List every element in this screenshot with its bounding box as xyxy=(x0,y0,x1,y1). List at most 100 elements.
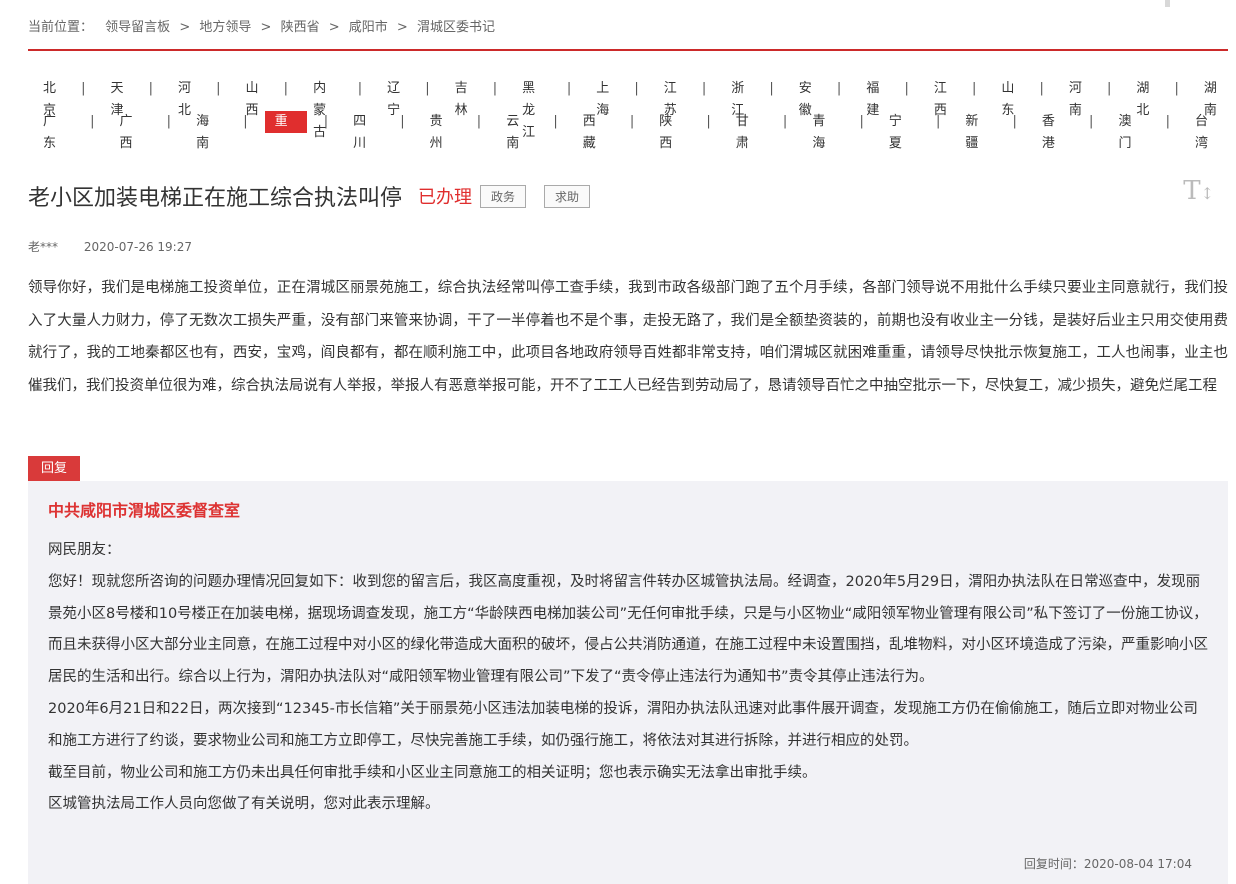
breadcrumb-separator: > xyxy=(396,20,408,35)
status-badge: 已办理 xyxy=(418,187,473,208)
province-separator: | xyxy=(90,114,95,129)
province-separator: | xyxy=(1174,81,1179,96)
reply-tab: 回复 xyxy=(28,456,81,481)
province-separator: | xyxy=(553,114,558,129)
province-link[interactable]: 上海 xyxy=(588,78,617,118)
province-link[interactable]: 青海 xyxy=(804,111,842,151)
province-separator: | xyxy=(782,114,788,129)
province-separator: | xyxy=(357,81,363,96)
reply-paragraph: 您好！现就您所咨询的问题办理情况回复如下：收到您的留言后，我区高度重视，及时将留… xyxy=(48,573,1208,686)
province-link[interactable]: 江苏 xyxy=(656,78,685,118)
province-separator: | xyxy=(283,81,289,96)
province-separator: | xyxy=(166,114,172,129)
province-link[interactable]: 新疆 xyxy=(957,111,995,151)
province-link[interactable]: 甘肃 xyxy=(728,111,766,151)
province-link[interactable]: 福建 xyxy=(858,78,887,118)
province-link[interactable]: 内蒙古 xyxy=(305,78,341,140)
message-content: 领导你好，我们是电梯施工投资单位，正在渭城区丽景苑施工，综合执法经常叫停工查手续… xyxy=(28,280,1228,394)
breadcrumb-label: 当前位置： xyxy=(28,20,94,35)
province-separator: | xyxy=(323,114,329,129)
province-link[interactable]: 广西 xyxy=(112,111,150,151)
breadcrumb-link-shaanxi[interactable]: 陕西省 xyxy=(281,20,320,35)
reply-paragraph: 2020年6月21日和22日，两次接到“12345-市长信箱”关于丽景苑小区违法… xyxy=(48,700,1198,749)
province-link[interactable]: 吉林 xyxy=(447,78,476,118)
province-link[interactable]: 山西 xyxy=(238,78,267,118)
message-date: 2020-07-26 19:27 xyxy=(83,240,192,254)
province-link[interactable]: 广东 xyxy=(35,111,73,151)
province-separator: | xyxy=(243,114,248,129)
breadcrumb-separator: > xyxy=(328,20,340,35)
province-separator: | xyxy=(81,81,86,96)
tag-government-affairs[interactable]: 政务 xyxy=(480,184,527,208)
province-separator: | xyxy=(935,114,941,129)
province-separator: | xyxy=(836,81,842,96)
province-separator: | xyxy=(1106,81,1112,96)
province-row: 北京 | 天津 | 河北 | 山西 | 内蒙古 | 辽宁 | 吉林 | 黑龙江 | 上海 | 江苏 | 浙江 | 安徽 | 福建… xyxy=(30,72,1230,140)
scrollbar-thumb[interactable] xyxy=(1165,0,1170,7)
province-separator: | xyxy=(566,81,572,96)
province-separator: | xyxy=(148,81,154,96)
message-header: 老小区加装电梯正在施工综合执法叫停 已办理 政务 求助 xyxy=(28,180,591,212)
province-link[interactable]: 四川 xyxy=(345,111,383,151)
reply-time-value: 2020-08-04 17:04 xyxy=(1083,857,1192,871)
message-title: 老小区加装电梯正在施工综合执法叫停 xyxy=(28,186,403,211)
province-link[interactable]: 陕西 xyxy=(651,111,689,151)
province-separator: | xyxy=(904,81,909,96)
province-link[interactable]: 江西 xyxy=(926,78,955,118)
province-link[interactable]: 湖南 xyxy=(1196,78,1225,118)
header-divider xyxy=(28,49,1228,51)
reply-paragraph: 区城管执法局工作人员向您做了有关说明，您对此表示理解。 xyxy=(48,796,440,813)
province-link[interactable]: 香港 xyxy=(1034,111,1072,151)
reply-organization: 中共咸阳市渭城区委督查室 xyxy=(48,501,241,520)
province-link[interactable]: 台湾 xyxy=(1187,111,1225,151)
province-link[interactable]: 湖北 xyxy=(1128,78,1157,118)
province-link[interactable]: 澳门 xyxy=(1110,111,1148,151)
province-link[interactable]: 山东 xyxy=(993,78,1022,118)
breadcrumb-separator: > xyxy=(179,20,191,35)
province-separator: | xyxy=(769,81,774,96)
province-link[interactable]: 安徽 xyxy=(791,78,820,118)
province-link[interactable]: 辽宁 xyxy=(379,78,408,118)
font-size-toggle-icon[interactable]: T↕ xyxy=(1183,176,1214,206)
province-separator: | xyxy=(701,81,707,96)
province-link[interactable]: 北京 xyxy=(35,78,64,118)
province-link[interactable]: 河北 xyxy=(170,78,199,118)
province-separator: | xyxy=(476,114,482,129)
breadcrumb-link-local-leaders[interactable]: 地方领导 xyxy=(199,20,251,35)
province-separator: | xyxy=(634,81,639,96)
message-meta: 老*** 2020-07-26 19:27 xyxy=(28,238,192,255)
province-nav: 北京 | 天津 | 河北 | 山西 | 内蒙古 | 辽宁 | 吉林 | 黑龙江 | 上海 | 江苏 | 浙江 | 安徽 | 福建… xyxy=(30,72,1230,151)
province-link[interactable]: 重庆 xyxy=(264,110,307,151)
reply-paragraph: 网民朋友： xyxy=(48,542,121,558)
province-link[interactable]: 宁夏 xyxy=(881,111,919,151)
breadcrumb-link-weicheng-secretary[interactable]: 渭城区委书记 xyxy=(417,20,495,35)
reply-time-label: 回复时间： xyxy=(1023,857,1084,871)
province-separator: | xyxy=(706,114,711,129)
province-separator: | xyxy=(859,114,864,129)
province-link[interactable]: 河南 xyxy=(1061,78,1090,118)
province-separator: | xyxy=(492,81,498,96)
province-link[interactable]: 黑龙江 xyxy=(514,78,550,140)
province-separator: | xyxy=(425,81,430,96)
province-link[interactable]: 海南 xyxy=(188,111,226,151)
province-link[interactable]: 浙江 xyxy=(723,78,752,118)
province-separator: | xyxy=(1089,114,1094,129)
tag-help[interactable]: 求助 xyxy=(544,184,591,208)
province-link[interactable]: 天津 xyxy=(103,78,132,118)
province-link[interactable]: 云南 xyxy=(498,111,536,151)
reply-paragraph: 截至目前，物业公司和施工方仍未出具任何审批手续和小区业主同意施工的相关证明；您也… xyxy=(48,764,817,781)
province-separator: | xyxy=(629,114,635,129)
province-separator: | xyxy=(1039,81,1044,96)
breadcrumb-link-xianyang[interactable]: 咸阳市 xyxy=(349,20,388,35)
province-separator: | xyxy=(400,114,405,129)
province-separator: | xyxy=(971,81,977,96)
province-link[interactable]: 西藏 xyxy=(575,111,613,151)
reply-panel: 中共咸阳市渭城区委督查室 网民朋友： 您好！现就您所咨询的问题办理情况回复如下：… xyxy=(28,481,1228,884)
province-link[interactable]: 贵州 xyxy=(422,111,460,151)
breadcrumb-separator: > xyxy=(260,20,272,35)
breadcrumb-link-message-board[interactable]: 领导留言板 xyxy=(105,20,170,35)
province-row: 广东 | 广西 | 海南 | 重庆 | 四川 | 贵州 | 云南 | 西藏 | 陕西 | 甘肃 | 青海 | 宁夏 | 新疆 | 香… xyxy=(30,105,1230,151)
reply-time: 回复时间：2020-08-04 17:04 xyxy=(1024,855,1192,872)
province-separator: | xyxy=(1012,114,1017,129)
province-separator: | xyxy=(216,81,221,96)
